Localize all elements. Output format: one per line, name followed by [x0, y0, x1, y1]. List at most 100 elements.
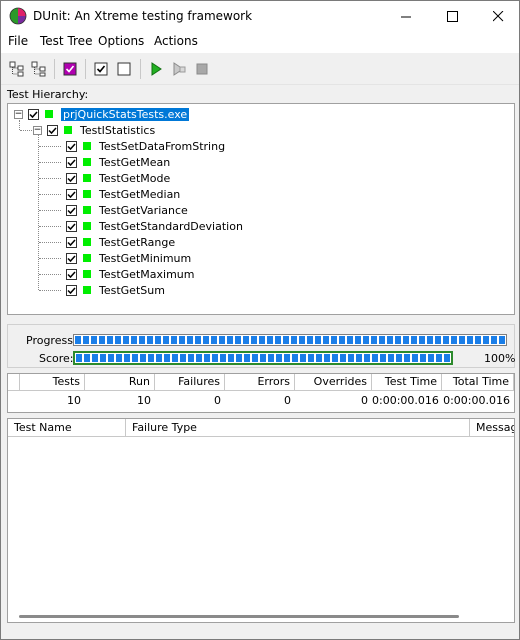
tree-test-node[interactable]: TestSetDataFromString — [66, 138, 225, 154]
close-button[interactable] — [475, 1, 520, 31]
collapse-suite-icon[interactable]: − — [33, 126, 42, 135]
stats-header-failures[interactable]: Failures — [155, 374, 225, 391]
uncheck-all-button[interactable] — [115, 60, 133, 78]
test-checkbox[interactable] — [66, 140, 77, 152]
tree-line — [39, 290, 61, 291]
stats-header-overrides[interactable]: Overrides — [295, 374, 372, 391]
toolbar-separator — [54, 59, 55, 79]
stats-header-run[interactable]: Run — [85, 374, 155, 391]
maximize-button[interactable] — [429, 1, 475, 31]
stats-value-failures: 0 — [214, 394, 221, 407]
expand-all-button[interactable] — [8, 60, 26, 78]
tree-test-node[interactable]: TestGetMaximum — [66, 266, 194, 282]
score-percent: 100% — [484, 352, 516, 365]
test-checkbox[interactable] — [66, 156, 77, 168]
run-icon — [151, 62, 162, 76]
stats-value-errors: 0 — [284, 394, 291, 407]
test-checkbox[interactable] — [66, 204, 77, 216]
stats-header-errors[interactable]: Errors — [225, 374, 295, 391]
pass-status-icon — [83, 206, 91, 214]
select-all-button[interactable] — [61, 60, 79, 78]
test-checkbox[interactable] — [66, 268, 77, 280]
tree-test-node[interactable]: TestGetStandardDeviation — [66, 218, 243, 234]
maximize-icon — [446, 10, 458, 22]
test-hierarchy-label: Test Hierarchy: — [7, 88, 89, 101]
progress-bar — [73, 334, 507, 346]
stats-header-total-time[interactable]: Total Time — [442, 374, 514, 391]
suite-checkbox[interactable] — [47, 124, 58, 136]
stop-button[interactable] — [193, 60, 211, 78]
test-node-label: TestGetMinimum — [99, 251, 192, 265]
check-icon — [67, 270, 76, 278]
progress-panel: Progress: Score: 100% — [7, 324, 515, 368]
pass-status-icon — [83, 270, 91, 278]
score-bar-fill — [76, 354, 450, 362]
test-tree[interactable]: − prjQuickStatsTests.exe − TestIStatisti… — [7, 103, 515, 315]
minimize-button[interactable] — [383, 1, 429, 31]
toolbar — [1, 53, 519, 85]
pass-status-icon — [83, 222, 91, 230]
test-checkbox[interactable] — [66, 188, 77, 200]
failure-list[interactable]: Test Name Failure Type Messag — [7, 418, 515, 623]
close-icon — [492, 10, 503, 21]
tree-root-node[interactable]: prjQuickStatsTests.exe — [28, 106, 190, 122]
check-icon — [67, 254, 76, 262]
check-icon — [67, 286, 76, 294]
collapse-all-button[interactable] — [30, 60, 48, 78]
check-icon — [67, 174, 76, 182]
tree-line — [39, 258, 61, 259]
failure-header-failure-type[interactable]: Failure Type — [126, 419, 470, 437]
tree-line — [20, 130, 32, 131]
stats-header-tests[interactable]: Tests — [20, 374, 85, 391]
test-checkbox[interactable] — [66, 284, 77, 296]
tree-test-node[interactable]: TestGetVariance — [66, 202, 188, 218]
select-all-icon — [63, 62, 77, 76]
check-icon — [67, 158, 76, 166]
stats-header-test-time[interactable]: Test Time — [372, 374, 442, 391]
horizontal-scrollbar[interactable] — [19, 615, 459, 618]
title-bar[interactable]: DUnit: An Xtreme testing framework — [1, 1, 519, 31]
tree-test-node[interactable]: TestGetMode — [66, 170, 170, 186]
app-window: DUnit: An Xtreme testing framework File … — [0, 0, 520, 640]
progress-bar-fill — [75, 336, 505, 344]
toolbar-separator — [85, 59, 86, 79]
stats-value-tests: 10 — [67, 394, 81, 407]
tree-test-node[interactable]: TestGetMean — [66, 154, 170, 170]
run-button[interactable] — [147, 60, 165, 78]
uncheck-icon — [117, 62, 131, 76]
tree-test-node[interactable]: TestGetMedian — [66, 186, 180, 202]
pass-status-icon — [45, 110, 53, 118]
collapse-root-icon[interactable]: − — [14, 110, 23, 119]
tree-test-node[interactable]: TestGetRange — [66, 234, 175, 250]
run-selected-button[interactable] — [170, 60, 188, 78]
collapse-all-icon — [31, 61, 46, 77]
run-selected-icon — [173, 62, 186, 76]
test-node-label: TestGetMedian — [99, 187, 181, 201]
pass-status-icon — [83, 174, 91, 182]
test-checkbox[interactable] — [66, 236, 77, 248]
test-checkbox[interactable] — [66, 220, 77, 232]
check-icon — [48, 126, 57, 134]
tree-line — [38, 134, 39, 290]
tree-line — [39, 178, 61, 179]
pass-status-icon — [83, 190, 91, 198]
failure-header-test-name[interactable]: Test Name — [8, 419, 126, 437]
tree-test-node[interactable]: TestGetMinimum — [66, 250, 191, 266]
tree-line — [39, 194, 61, 195]
tree-test-node[interactable]: TestGetSum — [66, 282, 165, 298]
pass-status-icon — [83, 286, 91, 294]
test-checkbox[interactable] — [66, 172, 77, 184]
check-all-button[interactable] — [92, 60, 110, 78]
menu-actions[interactable]: Actions — [154, 34, 198, 48]
stats-value-total-time: 0:00:00.016 — [443, 394, 510, 407]
menu-test-tree[interactable]: Test Tree — [40, 34, 92, 48]
menu-options[interactable]: Options — [98, 34, 144, 48]
root-checkbox[interactable] — [28, 108, 39, 120]
failure-header-message[interactable]: Messag — [470, 419, 514, 437]
menu-bar: File Test Tree Options Actions — [1, 31, 519, 53]
expand-all-icon — [9, 61, 24, 77]
pass-status-icon — [83, 254, 91, 262]
menu-file[interactable]: File — [8, 34, 28, 48]
tree-suite-node[interactable]: TestIStatistics — [47, 122, 155, 138]
test-checkbox[interactable] — [66, 252, 77, 264]
